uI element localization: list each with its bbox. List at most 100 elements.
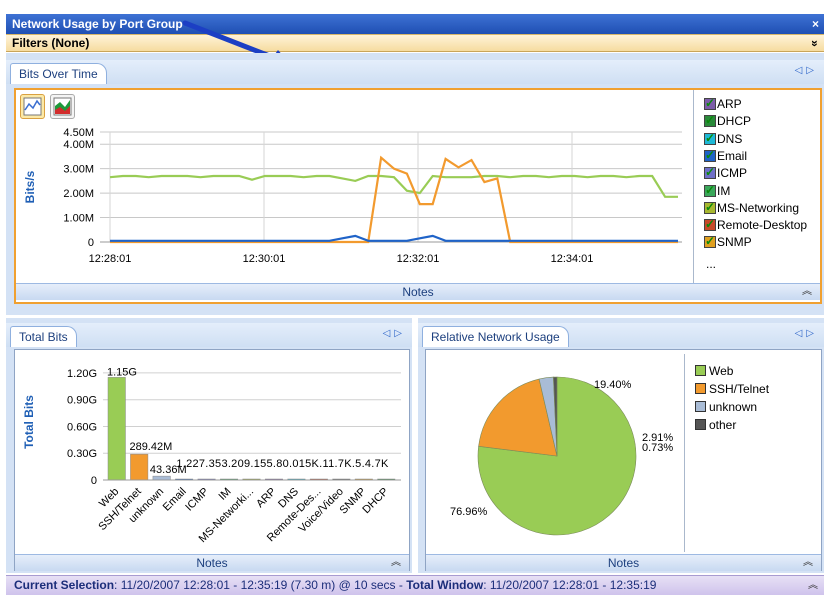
y-tick-label: 4.50M [63,127,94,139]
y-tick-label: 3.00M [63,164,94,176]
legend-checkbox[interactable] [704,182,716,198]
total-bits-frame: 0 0.30G 0.60G 0.90G 1.20G Total Bits Web SSH/Te… [14,349,410,571]
legend-label: IM [717,183,731,198]
legend-label: Email [717,148,748,163]
legend-label: other [709,418,737,432]
category-label: ARP [254,486,278,510]
legend-checkbox[interactable] [704,164,716,180]
data-label: 1.227.353.209.155.80.015K.11.7K.5.4.7K [176,458,389,470]
legend-item[interactable]: Remote-Desktop [704,216,808,233]
legend-item[interactable]: DNS [704,130,743,147]
slice-label: 19.40% [594,379,632,391]
legend-label: DNS [717,131,743,146]
top-notes-bar[interactable]: Notes ︽ [16,283,820,300]
bar [130,453,149,481]
legend-checkbox[interactable] [704,130,716,146]
notes-collapse-icon[interactable]: ︽ [802,284,812,300]
tab-total-bits[interactable]: Total Bits [10,326,77,347]
legend-label: unknown [709,400,758,414]
legend-more: ... [706,257,717,271]
tab-relative-network-usage[interactable]: Relative Network Usage [422,326,569,347]
bits-over-time-chart: 0 1.00M 2.00M 3.00M 4.00M4.50M 12:28:01 12:30:… [23,127,682,265]
pie-legend: Web SSH/Telnet unknown other [684,354,819,552]
notes-collapse-icon[interactable]: ︽ [803,555,813,571]
notes-label: Notes [196,556,228,570]
notes-label: Notes [607,556,640,570]
top-tabstrip: Bits Over Time ◁▷ [6,60,824,84]
window-title: Network Usage by Port Group [12,17,183,31]
legend-checkbox[interactable] [704,199,716,215]
y-tick-label: 0 [88,237,94,249]
legend-item[interactable]: ICMP [704,164,747,181]
legend-label: MS-Networking [717,200,800,215]
legend-checkbox[interactable] [704,233,716,249]
y-tick-label: 1.00M [63,213,94,225]
legend-swatch [695,365,706,376]
pie-legend-item: other [695,418,736,432]
legend-item[interactable]: Email [704,147,748,164]
notes-label: Notes [402,285,434,299]
slice-label: 76.96% [450,506,488,518]
legend-checkbox[interactable] [704,216,716,232]
filters-label: Filters (None) [12,36,90,50]
y-tick-label: 0.30G [67,448,97,460]
window-titlebar: Network Usage by Port Group × [6,14,824,34]
y-tick-label: 0.60G [67,421,97,433]
legend-checkbox[interactable] [704,112,716,128]
total-bits-nav-arrows[interactable]: ◁▷ [383,328,406,339]
y-tick-label: 1.20G [67,368,97,380]
current-selection-label: Current Selection [14,578,115,592]
slice-label: 0.73% [642,442,673,454]
notes-collapse-icon[interactable]: ︽ [391,555,401,571]
category-label: DHCP [360,486,391,517]
legend-item[interactable]: IM [704,182,731,199]
y-tick-label: 4.00M [63,139,94,151]
legend-label: ARP [717,97,742,111]
x-tick-label: 12:34:01 [551,253,594,265]
total-window-value: : 11/20/2007 12:28:01 - 12:35:19 [483,578,657,592]
relative-usage-tabstrip: Relative Network Usage ◁▷ [418,323,824,347]
legend-item[interactable]: SNMP [704,233,752,250]
category-label: Email [161,486,189,514]
legend-item[interactable]: DHCP [704,112,752,129]
total-bits-notes-bar[interactable]: Notes ︽ [15,554,409,571]
close-icon[interactable]: × [812,14,819,34]
legend-label: Web [709,364,734,378]
bar [107,377,126,481]
series-line [110,155,678,244]
filters-bar[interactable]: Filters (None) » [6,34,824,52]
tab-bits-over-time[interactable]: Bits Over Time [10,63,107,84]
legend-checkbox[interactable] [704,95,716,111]
expand-filters-icon[interactable]: » [806,40,823,47]
relative-usage-pie: 76.96%19.40%2.91%0.73% [450,376,673,536]
x-tick-label: 12:28:01 [89,253,132,265]
current-selection-value: : 11/20/2007 12:28:01 - 12:35:19 (7.30 m… [114,578,403,592]
relative-usage-frame: 76.96% 19.40% 2.91% 0.73% Web SSH/Telnet unkn… [425,349,822,571]
status-collapse-icon[interactable]: ︽ [808,576,818,595]
tab-nav-arrows[interactable]: ◁▷ [795,65,818,76]
x-tick-label: 12:32:01 [397,253,440,265]
y-tick-label: 0.90G [67,395,97,407]
legend-item[interactable]: MS-Networking [704,199,800,216]
legend-checkbox[interactable] [704,147,716,163]
pie-legend-item: SSH/Telnet [695,382,769,396]
legend-swatch [695,401,706,412]
pie-legend-item: unknown [695,400,757,414]
top-chart-frame: 0 1.00M 2.00M 3.00M 4.00M 4.50M 12:28:01 12:30:… [14,88,822,304]
x-tick-label: 12:30:01 [243,253,286,265]
y-tick-label: 0 [91,475,97,487]
legend-label: SSH/Telnet [709,382,770,396]
relative-usage-notes-bar[interactable]: Notes ︽ [426,554,821,571]
y-axis-label: Total Bits [22,395,36,449]
top-legend: ARP DHCP DNS Email ICMP IM MS-Networking Remote… [693,90,820,284]
data-label: 1.15G [107,366,137,378]
relative-usage-nav-arrows[interactable]: ◁▷ [795,328,818,339]
bar [152,475,171,481]
legend-label: Remote-Desktop [717,218,808,233]
legend-label: SNMP [717,235,752,250]
legend-label: DHCP [717,114,752,129]
legend-item[interactable]: ARP [704,95,742,112]
y-tick-label: 2.00M [63,188,94,200]
legend-label: ICMP [717,166,747,181]
series-line [110,234,678,242]
